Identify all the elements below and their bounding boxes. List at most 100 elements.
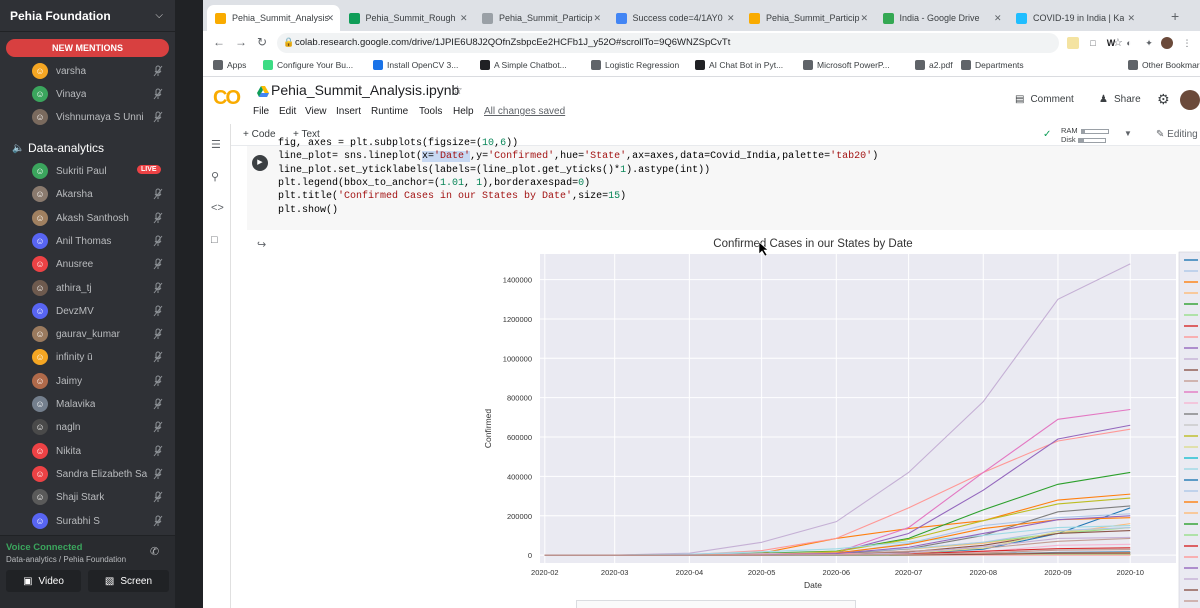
new-tab-button[interactable]: +	[1171, 8, 1179, 24]
chevron-down-icon[interactable]: ⌵	[155, 10, 163, 21]
member-name: Shaji Stark	[56, 492, 105, 504]
bookmark-item[interactable]: Apps	[213, 60, 246, 70]
browser-tab[interactable]: Pehia_Summit_Particip ✕	[474, 5, 607, 31]
run-cell-icon[interactable]: ▶	[252, 155, 268, 171]
bookmark-item[interactable]: Install OpenCV 3...	[373, 60, 458, 70]
menu-dots-icon[interactable]: ⋮	[1181, 37, 1193, 49]
voice-member[interactable]: ☺ Nikita	[0, 440, 175, 463]
menu-edit[interactable]: Edit	[279, 106, 296, 117]
browser-tab[interactable]: Success code=4/1AY0 ✕	[608, 5, 741, 31]
extension-icon[interactable]: ◐	[1123, 37, 1135, 49]
close-icon[interactable]: ✕	[727, 13, 735, 24]
voice-member[interactable]: ☺ nagln	[0, 416, 175, 439]
voice-member[interactable]: ☺ Surabhi S	[0, 510, 175, 533]
voice-member[interactable]: ☺ infinity ū	[0, 346, 175, 369]
video-button[interactable]: ▣ Video	[6, 570, 81, 592]
puzzle-icon[interactable]: ✦	[1143, 37, 1155, 49]
close-icon[interactable]: ✕	[460, 13, 468, 24]
menu-tools[interactable]: Tools	[419, 106, 442, 117]
close-icon[interactable]: ✕	[994, 13, 1002, 24]
avatar: ☺	[32, 86, 48, 102]
bookmark-item[interactable]: A Simple Chatbot...	[480, 60, 567, 70]
voice-member[interactable]: ☺ athira_tj	[0, 277, 175, 300]
voice-channel-data-analytics[interactable]: 🔈 Data-analytics	[0, 138, 175, 158]
bookmark-label: A Simple Chatbot...	[494, 60, 567, 70]
menu-runtime[interactable]: Runtime	[371, 106, 408, 117]
reload-button[interactable]: ↻	[257, 35, 267, 49]
add-code-button[interactable]: + Code	[243, 129, 276, 140]
voice-member[interactable]: ☺ Vinaya	[0, 83, 175, 106]
member-name: Akarsha	[56, 189, 93, 201]
avatar[interactable]	[1180, 90, 1200, 110]
voice-member[interactable]: ☺ Shaji Stark	[0, 486, 175, 509]
star-icon[interactable]: ☆	[452, 83, 463, 97]
voice-member[interactable]: ☺ Akash Santhosh	[0, 207, 175, 230]
voice-member[interactable]: ☺ Anusree	[0, 253, 175, 276]
voice-member[interactable]: ☺ gaurav_kumar	[0, 323, 175, 346]
avatar: ☺	[32, 63, 48, 79]
voice-member[interactable]: ☺ varsha	[0, 60, 175, 83]
browser-tab[interactable]: Pehia_Summit_Particip ✕	[741, 5, 874, 31]
member-name: Vinaya	[56, 89, 87, 100]
screen-share-button[interactable]: ▧ Screen	[88, 570, 169, 592]
search-icon[interactable]: ⚲	[211, 170, 219, 183]
extension-icon[interactable]: W	[1105, 37, 1117, 49]
server-header[interactable]: Pehia Foundation ⌵	[0, 0, 175, 32]
bookmark-item[interactable]: Microsoft PowerP...	[803, 60, 890, 70]
profile-avatar-icon[interactable]	[1161, 37, 1173, 49]
menu-view[interactable]: View	[305, 106, 327, 117]
code-cell[interactable]: ▶ fig, axes = plt.subplots(figsize=(10,6…	[247, 138, 1200, 230]
video-label: Video	[38, 575, 64, 587]
bookmark-item[interactable]: Other Bookmarks	[1128, 60, 1200, 70]
share-button[interactable]: ♟ Share	[1099, 94, 1141, 105]
mic-muted-icon	[153, 305, 163, 317]
bookmark-item[interactable]: Configure Your Bu...	[263, 60, 353, 70]
back-button[interactable]: ←	[213, 35, 225, 49]
extension-icon[interactable]: □	[1087, 37, 1099, 49]
address-bar[interactable]: 🔒 colab.research.google.com/drive/1JPIE6…	[277, 33, 1123, 53]
notebook-title[interactable]: Pehia_Summit_Analysis.ipynb	[271, 82, 459, 98]
browser-tab[interactable]: Pehia_Summit_Analysis ✕	[207, 5, 340, 31]
table-of-contents-icon[interactable]: ☰	[211, 138, 221, 151]
files-icon[interactable]: □	[211, 234, 218, 246]
voice-member[interactable]: ☺ Akarsha	[0, 183, 175, 206]
server-name: Pehia Foundation	[10, 8, 111, 23]
menu-help[interactable]: Help	[453, 106, 474, 117]
disconnect-icon[interactable]: ✆	[150, 545, 159, 558]
close-icon[interactable]: ✕	[860, 13, 868, 24]
chevron-down-icon[interactable]: ▼	[1124, 129, 1132, 138]
voice-member[interactable]: ☺ Malavika	[0, 393, 175, 416]
code-snippets-icon[interactable]: <>	[211, 202, 224, 214]
member-name: gaurav_kumar	[56, 329, 120, 341]
avatar: ☺	[32, 489, 48, 506]
editing-mode[interactable]: ✎ Editing	[1156, 129, 1198, 140]
bookmark-item[interactable]: a2.pdf	[915, 60, 953, 70]
colab-logo[interactable]: CO	[213, 87, 241, 110]
close-icon[interactable]: ✕	[1127, 13, 1135, 24]
browser-tab[interactable]: India - Google Drive ✕	[875, 5, 1008, 31]
browser-toolbar: ← → ↻ 🔒 colab.research.google.com/drive/…	[203, 31, 1200, 55]
browser-tab[interactable]: COVID-19 in India | Ka ✕	[1008, 5, 1141, 31]
resource-monitor[interactable]: RAM Disk	[1061, 126, 1109, 144]
bookmark-item[interactable]: Logistic Regression	[591, 60, 679, 70]
voice-member[interactable]: ☺ Vishnumaya S Unni	[0, 106, 175, 129]
bookmark-item[interactable]: Departments	[961, 60, 1024, 70]
forward-button[interactable]: →	[235, 35, 247, 49]
voice-member[interactable]: ☺ Jaimy	[0, 370, 175, 393]
save-status[interactable]: All changes saved	[484, 106, 565, 117]
extension-icon[interactable]	[1067, 37, 1079, 49]
menu-file[interactable]: File	[253, 106, 269, 117]
voice-member[interactable]: ☺ Anil Thomas	[0, 230, 175, 253]
bookmark-label: Install OpenCV 3...	[387, 60, 459, 70]
bookmark-item[interactable]: AI Chat Bot in Pyt...	[695, 60, 783, 70]
close-icon[interactable]: ✕	[326, 13, 334, 24]
menu-insert[interactable]: Insert	[336, 106, 361, 117]
voice-member[interactable]: ☺ DevzMV	[0, 300, 175, 323]
voice-member[interactable]: ☺ Sukriti Paul LIVE	[0, 160, 175, 183]
new-mentions-badge[interactable]: NEW MENTIONS	[6, 39, 169, 57]
browser-tab[interactable]: Pehia_Summit_Rough ✕	[341, 5, 474, 31]
close-icon[interactable]: ✕	[593, 13, 601, 24]
gear-icon[interactable]: ⚙	[1157, 91, 1170, 108]
voice-member[interactable]: ☺ Sandra Elizabeth Sa...	[0, 463, 175, 486]
comment-button[interactable]: ▤ Comment	[1015, 94, 1074, 105]
